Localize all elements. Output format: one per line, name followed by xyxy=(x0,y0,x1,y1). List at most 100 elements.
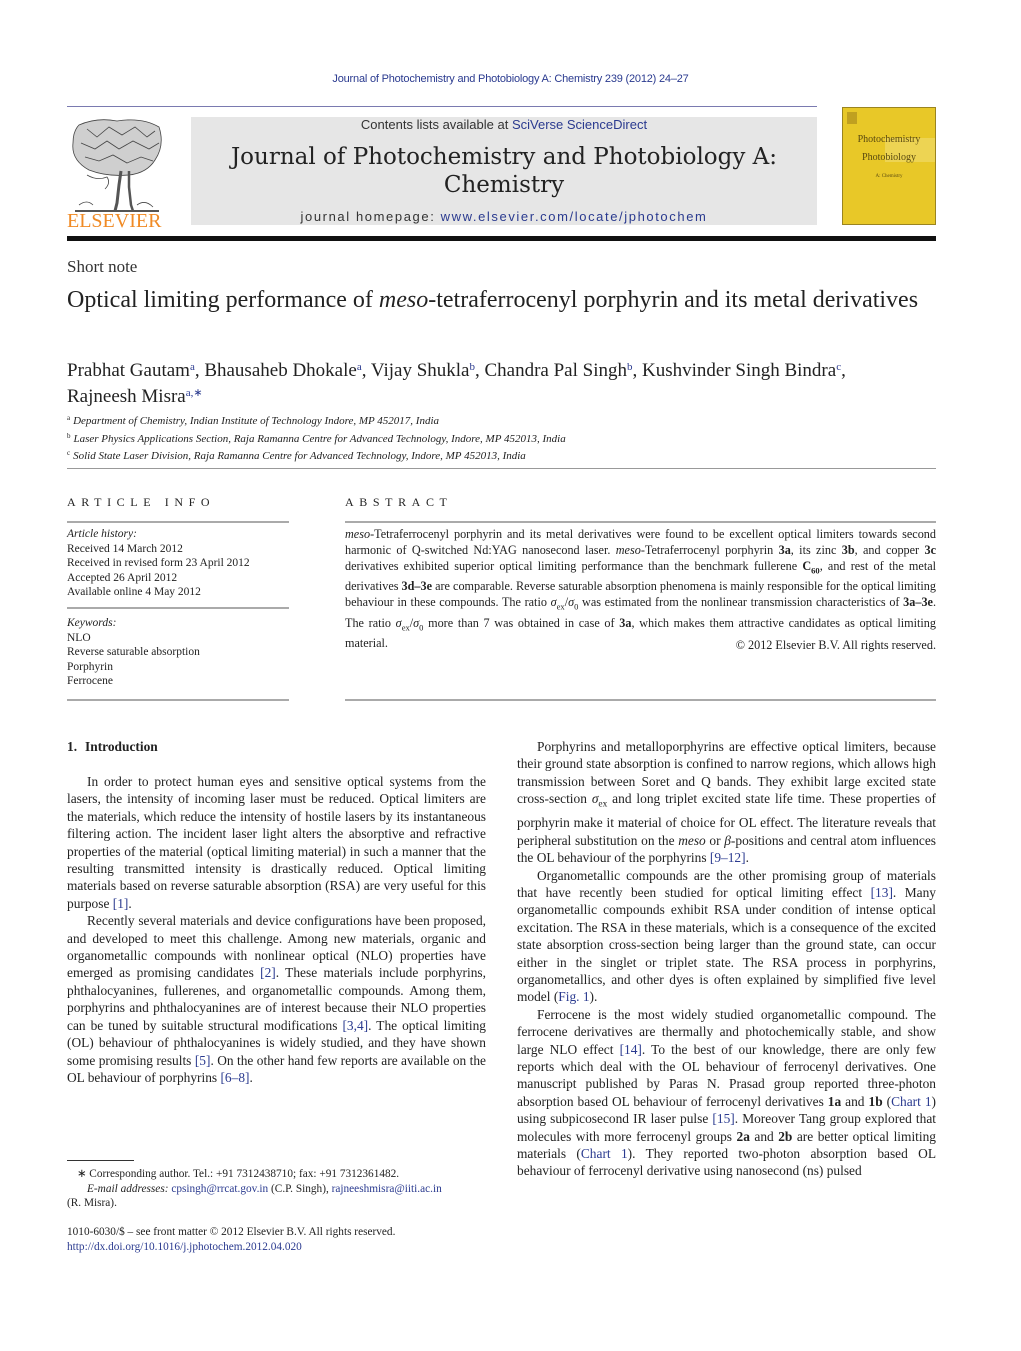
journal-citation-text[interactable]: Journal of Photochemistry and Photobiolo… xyxy=(332,73,688,85)
reference-link[interactable]: Fig. 1 xyxy=(558,989,589,1004)
author[interactable]: Rajneesh Misraa,∗ xyxy=(67,386,203,407)
affiliation-list: a Department of Chemistry, Indian Institu… xyxy=(67,411,566,464)
author-name[interactable]: Rajneesh Misra xyxy=(67,386,186,407)
body-paragraph: Organometallic compounds are the other p… xyxy=(517,867,936,1006)
author-name[interactable]: Prabhat Gautam xyxy=(67,360,190,381)
section-number: 1. xyxy=(67,739,78,754)
italic-text: meso xyxy=(345,527,371,541)
compound-label: 1a xyxy=(827,1093,842,1109)
compound-label: 3d–3e xyxy=(401,579,433,594)
text-run: . xyxy=(249,1069,253,1085)
reference-link[interactable]: [15] xyxy=(712,1111,734,1126)
affiliation: c Solid State Laser Division, Raja Ramann… xyxy=(67,446,566,464)
text-run: , and copper xyxy=(854,543,925,557)
reference-link[interactable]: [13] xyxy=(871,885,893,900)
cover-title-line1: Photochemistry xyxy=(857,134,921,145)
text-run: more than 7 was obtained in case of xyxy=(423,615,620,630)
author[interactable]: Vijay Shuklab xyxy=(371,360,475,381)
journal-name-line2: Chemistry xyxy=(443,172,565,198)
reference-link[interactable]: [3,4] xyxy=(342,1018,368,1033)
reference-link[interactable]: [14] xyxy=(620,1042,642,1057)
article-info-rule xyxy=(67,699,289,701)
homepage-link[interactable]: www.elsevier.com/locate/jphotochem xyxy=(441,209,708,224)
keywords: Keywords: NLO Reverse saturable absorptio… xyxy=(67,616,289,689)
affiliation-marker[interactable]: c xyxy=(836,361,841,373)
keyword: NLO xyxy=(67,631,91,644)
header-top-rule xyxy=(67,106,817,107)
journal-citation[interactable]: Journal of Photochemistry and Photobiolo… xyxy=(0,73,1021,85)
author[interactable]: Kushvinder Singh Bindrac xyxy=(642,360,841,381)
compound-label: 1b xyxy=(868,1093,883,1109)
email-label: E-mail addresses: xyxy=(87,1182,169,1195)
history-entry: Received in revised form 23 April 2012 xyxy=(67,557,250,569)
reference-link[interactable]: [5] xyxy=(195,1053,211,1068)
history-entry: Available online 4 May 2012 xyxy=(67,586,201,598)
article-history-list: Received 14 March 2012 Received in revise… xyxy=(67,542,289,600)
elsevier-tree-icon: ELSEVIER xyxy=(67,115,167,232)
reference-link[interactable]: [1] xyxy=(113,896,129,911)
keyword: Porphyrin xyxy=(67,660,113,673)
reference-link[interactable]: Chart 1 xyxy=(581,1146,628,1161)
affiliation-marker[interactable]: a xyxy=(357,361,362,373)
text-run: was estimated from the nonlinear transmi… xyxy=(578,595,904,610)
affiliation-key: b xyxy=(67,431,71,440)
journal-cover-thumbnail[interactable]: Photochemistry Photobiology A: Chemistry xyxy=(842,107,936,225)
text-run: , its zinc xyxy=(790,543,842,557)
body-column-right: Porphyrins and metalloporphyrins are eff… xyxy=(517,738,936,1180)
text-run: -Tetraferrocenyl porphyrin xyxy=(640,543,779,557)
affiliation-marker[interactable]: b xyxy=(627,361,633,373)
compound-label: 3a xyxy=(778,543,791,557)
title-part: Optical limiting performance of xyxy=(67,287,379,313)
author-name[interactable]: Kushvinder Singh Bindra xyxy=(642,360,836,381)
sciencedirect-link[interactable]: SciVerse ScienceDirect xyxy=(512,117,647,132)
issn-text: 1010-6030/$ – see front matter © 2012 El… xyxy=(67,1226,396,1238)
journal-name-line1: Journal of Photochemistry and Photobiolo… xyxy=(230,144,778,170)
cover-title-line2: Photobiology xyxy=(862,152,916,163)
author-name[interactable]: Vijay Shukla xyxy=(371,360,470,381)
keyword: Reverse saturable absorption xyxy=(67,646,200,658)
author-name[interactable]: Chandra Pal Singh xyxy=(484,360,627,381)
affiliation-marker[interactable]: a,∗ xyxy=(186,387,203,399)
reference-link[interactable]: Chart 1 xyxy=(891,1094,931,1109)
author-name[interactable]: Bhausaheb Dhokale xyxy=(204,360,356,381)
footnote-marker: ∗ xyxy=(77,1168,87,1180)
email-link-cpsingh[interactable]: cpsingh@rrcat.gov.in xyxy=(171,1183,268,1195)
title-italic-part: meso xyxy=(378,287,429,313)
doi-link[interactable]: http://dx.doi.org/10.1016/j.jphotochem.2… xyxy=(67,1241,302,1253)
compound-label: 3c xyxy=(924,543,936,557)
history-entry: Accepted 26 April 2012 xyxy=(67,571,178,584)
email-link-rmisra[interactable]: rajneeshmisra@iiti.ac.in xyxy=(332,1183,442,1195)
affiliation-marker[interactable]: a xyxy=(190,361,195,373)
reference-link[interactable]: [9–12] xyxy=(710,850,746,865)
author[interactable]: Bhausaheb Dhokalea xyxy=(204,360,361,381)
cover-emblem-icon xyxy=(847,112,857,124)
corresponding-author-footnote: ∗ Corresponding author. Tel.: +91 731243… xyxy=(67,1167,497,1211)
homepage-prefix: journal homepage: xyxy=(300,209,441,224)
affiliation-marker[interactable]: b xyxy=(469,361,475,373)
reference-link[interactable]: [6–8] xyxy=(220,1070,249,1085)
affiliation-text: Solid State Laser Division, Raja Ramanna… xyxy=(73,450,526,462)
text-run: derivatives exhibited superior optical l… xyxy=(345,559,803,573)
subscript: ex xyxy=(598,799,608,810)
author[interactable]: Prabhat Gautama xyxy=(67,360,195,381)
abstract-heading: ABSTRACT xyxy=(345,495,453,509)
keywords-label: Keywords: xyxy=(67,617,117,629)
issn-block: 1010-6030/$ – see front matter © 2012 El… xyxy=(67,1225,497,1255)
keywords-list: NLO Reverse saturable absorption Porphyrin… xyxy=(67,631,289,689)
affiliation-text: Laser Physics Applications Section, Raja… xyxy=(73,432,566,445)
abstract-rule xyxy=(345,521,936,523)
author[interactable]: Chandra Pal Singhb xyxy=(484,360,632,381)
header-thick-rule xyxy=(67,236,936,241)
body-paragraph: Recently several materials and device co… xyxy=(67,912,486,1086)
email2-owner: (R. Misra). xyxy=(67,1197,117,1209)
text-run: . xyxy=(745,850,749,866)
journal-name: Journal of Photochemistry and Photobiolo… xyxy=(191,143,817,199)
compound-label: 3a xyxy=(619,615,632,630)
email1-owner: (C.P. Singh), xyxy=(268,1182,332,1195)
elsevier-wordmark: ELSEVIER xyxy=(67,210,162,230)
text-run: and xyxy=(841,1093,869,1109)
elsevier-logo[interactable]: ELSEVIER xyxy=(67,115,167,232)
compound-label: 2a xyxy=(736,1128,750,1144)
text-run: and xyxy=(749,1128,779,1144)
reference-link[interactable]: [2] xyxy=(260,965,276,980)
